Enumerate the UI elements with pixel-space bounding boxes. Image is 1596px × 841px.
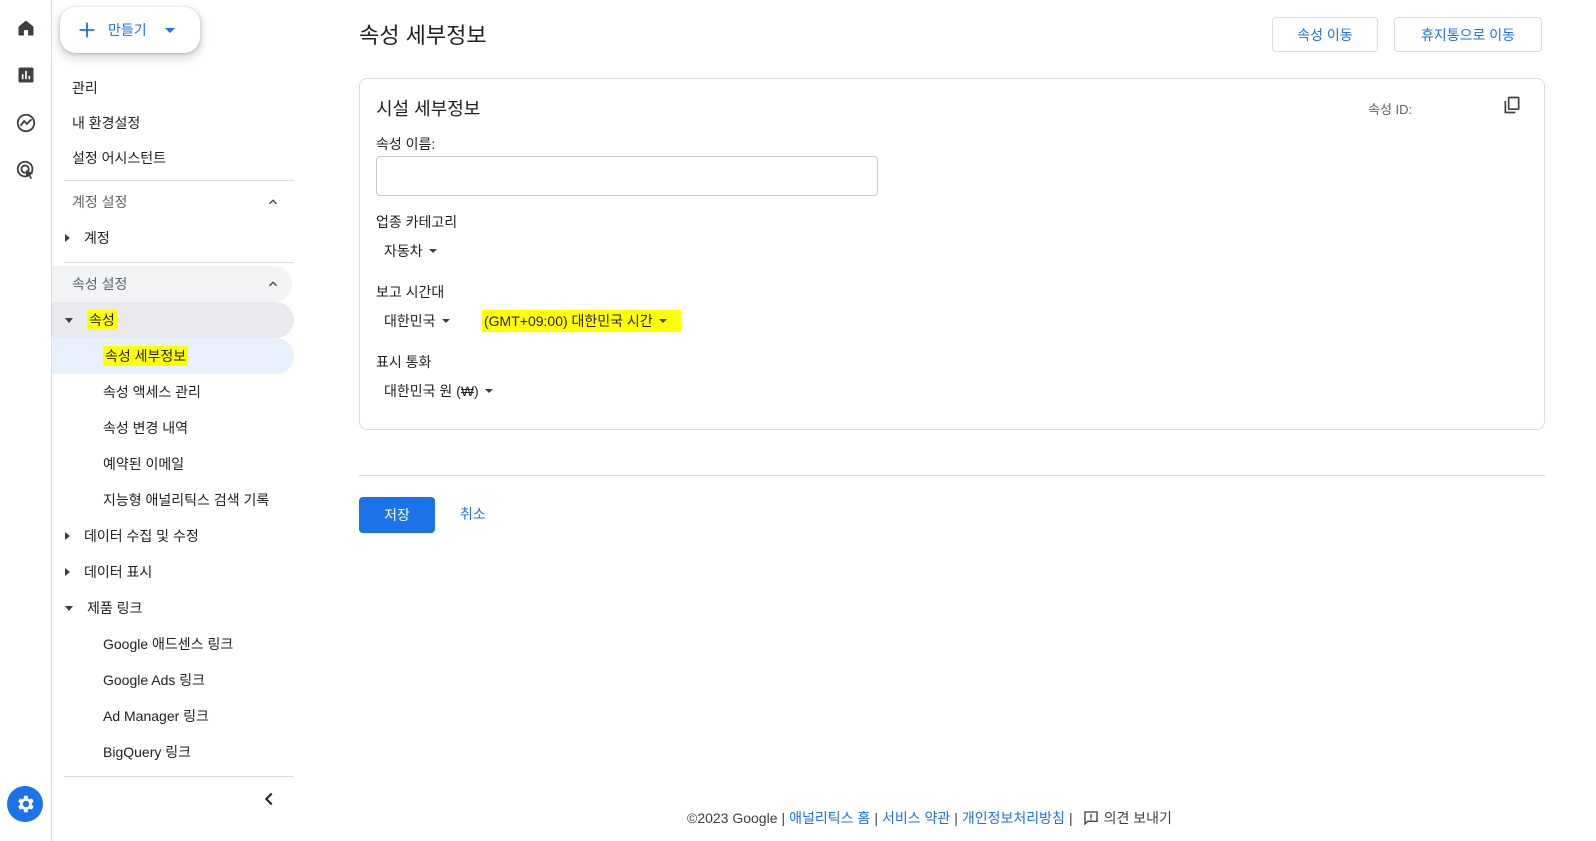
save-button[interactable]: 저장 [359,497,435,533]
reporting-timezone-label: 보고 시간대 [376,284,445,300]
sidebar-item-account[interactable]: 계정 [52,220,292,256]
settings-gear-icon[interactable] [7,786,43,822]
sidebar-item-data-display[interactable]: 데이터 표시 [52,554,292,590]
sidebar-item-property-access[interactable]: 속성 액세스 관리 [52,374,201,410]
property-name-input[interactable] [376,156,878,196]
industry-category-dropdown[interactable]: 자동차 [384,241,437,261]
sidebar-link-admin[interactable]: 관리 [72,78,98,98]
divider [359,475,1545,476]
separator: | [874,810,878,826]
sidebar-item-scheduled-emails[interactable]: 예약된 이메일 [52,446,184,482]
dropdown-arrow-icon [428,249,437,253]
icon-rail [0,0,52,841]
chevron-down-icon [164,27,175,33]
sidebar-item-product-links[interactable]: 제품 링크 [52,590,292,626]
dropdown-value: 자동차 [384,243,423,259]
property-id-label: 속성 ID: [1368,102,1413,117]
dropdown-arrow-icon [484,389,493,393]
create-label: 만들기 [108,22,147,38]
sidebar-item-label: 속성 세부정보 [103,346,189,366]
chevron-up-icon [269,199,277,205]
move-property-button[interactable]: 속성 이동 [1272,17,1378,52]
cancel-button[interactable]: 취소 [460,504,486,524]
sidebar-item-ad-manager-link[interactable]: Ad Manager 링크 [52,698,209,734]
sidebar-item-property-details[interactable]: 속성 세부정보 [52,338,294,374]
expand-arrow-icon [65,234,70,242]
dropdown-value: 대한민국 [384,313,436,329]
footer-link-analytics-home[interactable]: 애널리틱스 홈 [789,808,870,828]
property-details-card: 시설 세부정보 속성 ID: 속성 이름: 업종 카테고리 자동차 보고 시간대… [359,78,1545,430]
dropdown-arrow-icon [658,319,667,323]
feedback-icon[interactable] [1083,810,1099,826]
footer: ©2023 Google | 애널리틱스 홈 | 서비스 약관 | 개인정보처리… [687,808,1172,828]
reports-icon[interactable] [13,62,39,88]
plus-icon [79,22,95,38]
footer-link-terms[interactable]: 서비스 약관 [882,808,950,828]
sidebar-item-change-history[interactable]: 속성 변경 내역 [52,410,188,446]
dropdown-value: 대한민국 원 (₩) [384,383,479,399]
advertising-icon[interactable] [13,157,39,183]
copy-icon[interactable] [1502,95,1522,115]
admin-sidebar: 만들기 관리 내 환경설정 설정 어시스턴트 계정 설정 계정 속성 설정 속성… [52,0,302,841]
collapse-arrow-icon [65,317,73,323]
expand-arrow-icon [65,568,70,576]
separator: | [1068,810,1073,826]
footer-link-privacy[interactable]: 개인정보처리방침 [962,808,1065,828]
explore-icon[interactable] [13,110,39,136]
sidebar-item-label: 계정 [84,230,110,246]
sidebar-link-setup-assistant[interactable]: 설정 어시스턴트 [72,148,166,168]
sidebar-item-property[interactable]: 속성 [52,302,294,338]
collapse-arrow-icon [65,605,73,611]
copyright: ©2023 Google [687,810,778,826]
property-settings-header[interactable]: 속성 설정 [52,266,292,302]
sidebar-item-google-ads-link[interactable]: Google Ads 링크 [52,662,205,698]
sidebar-item-search-history[interactable]: 지능형 애널리틱스 검색 기록 [52,482,269,518]
sidebar-item-label: 데이터 수집 및 수정 [84,528,199,544]
sidebar-item-bigquery-link[interactable]: BigQuery 링크 [52,734,191,770]
timezone-dropdown[interactable]: (GMT+09:00) 대한민국 시간 [482,310,681,332]
section-label: 속성 설정 [72,276,128,292]
chevron-left-icon[interactable] [258,788,280,810]
sidebar-item-label: 속성 [87,310,117,330]
sidebar-item-data-collection[interactable]: 데이터 수집 및 수정 [52,518,292,554]
home-icon[interactable] [13,15,39,41]
sidebar-item-label: 제품 링크 [87,600,143,616]
display-currency-label: 표시 통화 [376,354,432,370]
expand-arrow-icon [65,532,70,540]
dropdown-arrow-icon [441,319,450,323]
separator: | [781,810,786,826]
sidebar-item-label: 데이터 표시 [84,564,153,580]
sidebar-item-adsense-link[interactable]: Google 애드센스 링크 [52,626,233,662]
move-to-trash-button[interactable]: 휴지통으로 이동 [1394,17,1542,52]
divider [64,776,294,777]
dropdown-value: (GMT+09:00) 대한민국 시간 [484,313,653,329]
sidebar-link-preferences[interactable]: 내 환경설정 [72,113,140,133]
section-label: 계정 설정 [72,194,128,210]
property-name-label: 속성 이름: [376,136,436,152]
feedback-link[interactable]: 의견 보내기 [1104,808,1172,828]
industry-category-label: 업종 카테고리 [376,214,458,230]
separator: | [954,810,958,826]
currency-dropdown[interactable]: 대한민국 원 (₩) [384,381,493,401]
divider [64,180,294,181]
page-title: 속성 세부정보 [359,23,487,48]
main-content: 속성 세부정보 속성 이동 휴지통으로 이동 시설 세부정보 속성 ID: 속성… [302,0,1596,841]
create-button[interactable]: 만들기 [60,7,200,53]
timezone-country-dropdown[interactable]: 대한민국 [384,311,450,331]
chevron-up-icon [269,281,277,287]
account-settings-header[interactable]: 계정 설정 [52,184,292,220]
divider [64,262,294,263]
card-title: 시설 세부정보 [376,99,481,119]
